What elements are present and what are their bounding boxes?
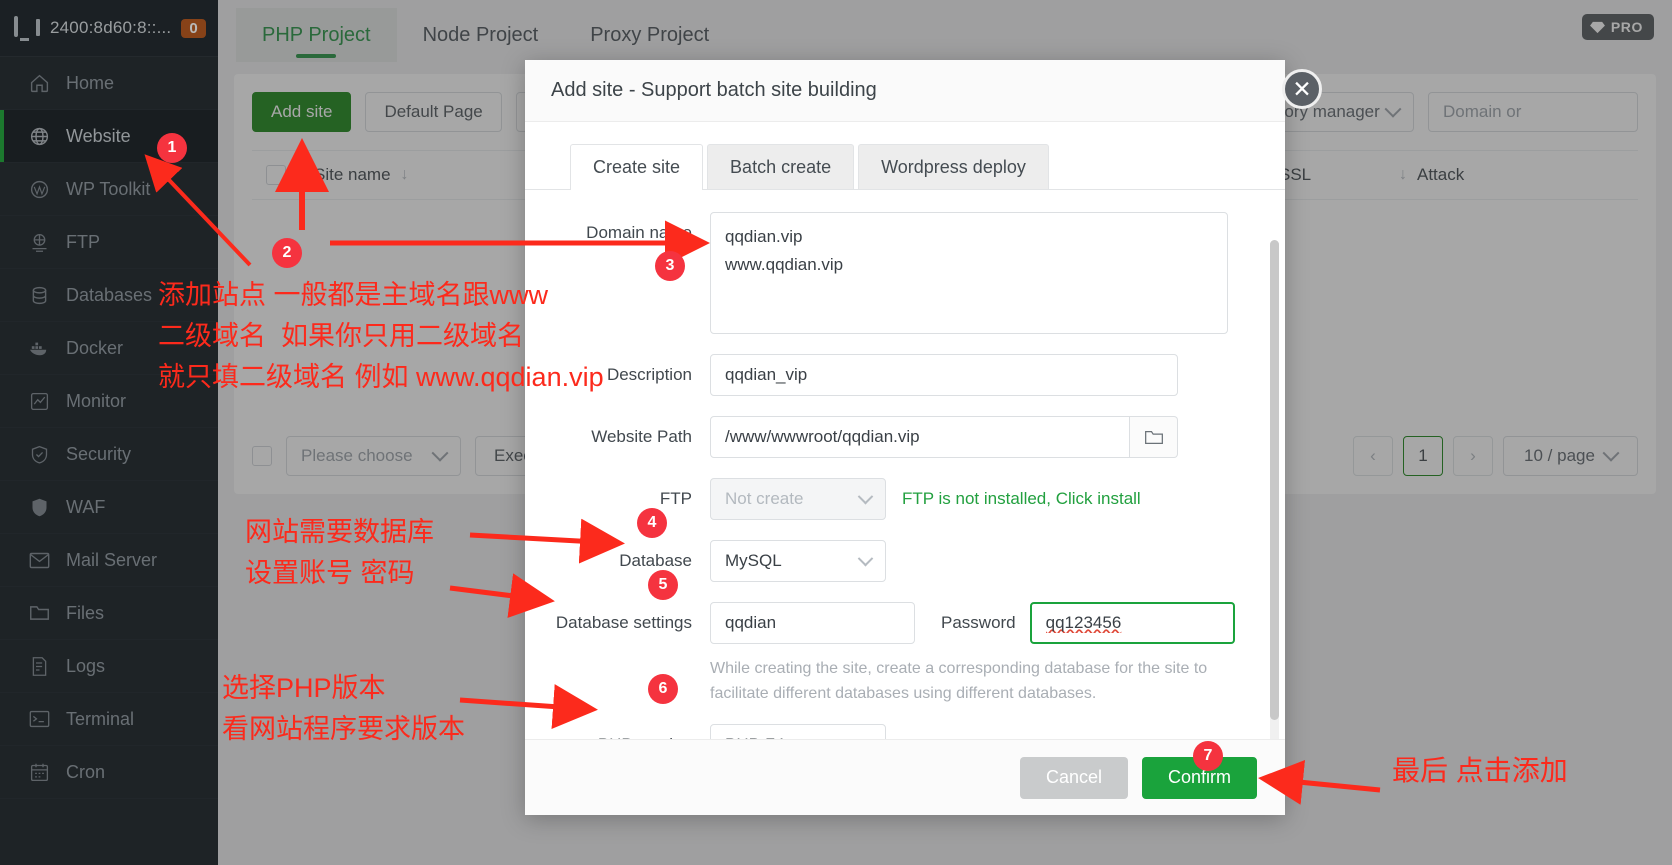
chevron-down-icon <box>857 550 874 566</box>
tab-wordpress-deploy[interactable]: Wordpress deploy <box>858 144 1049 189</box>
dialog-footer: Cancel Confirm <box>525 739 1285 815</box>
description-input[interactable] <box>710 354 1178 396</box>
database-password-input[interactable] <box>1029 602 1235 644</box>
field-database-settings: Database settings Password <box>525 602 1251 644</box>
close-icon[interactable]: ✕ <box>1282 69 1322 109</box>
tab-label: Batch create <box>730 156 832 177</box>
cancel-label: Cancel <box>1045 767 1102 787</box>
chevron-down-icon <box>857 488 874 504</box>
description-label: Description <box>606 365 692 384</box>
database-label: Database <box>619 551 692 570</box>
ftp-hint[interactable]: FTP is not installed, Click install <box>902 478 1141 520</box>
confirm-button[interactable]: Confirm <box>1141 756 1257 799</box>
ftp-select[interactable]: Not create <box>710 478 886 520</box>
field-php-version: PHP version PHP-74 <box>525 724 1251 739</box>
database-help-text: While creating the site, create a corres… <box>710 660 1208 702</box>
password-label: Password <box>941 613 1016 632</box>
tab-create-site[interactable]: Create site <box>570 144 704 190</box>
field-website-path: Website Path <box>525 416 1251 458</box>
create-site-form: Domain name qqdian.vip www.qqdian.vip De… <box>525 190 1285 739</box>
ftp-label: FTP <box>659 489 692 508</box>
database-select[interactable]: MySQL <box>710 540 886 582</box>
tab-batch-create[interactable]: Batch create <box>707 144 855 189</box>
dialog-header: Add site - Support batch site building <box>525 60 1285 122</box>
php-version-label: PHP version <box>525 724 710 739</box>
database-value: MySQL <box>725 551 782 570</box>
cancel-button[interactable]: Cancel <box>1019 756 1128 799</box>
confirm-label: Confirm <box>1167 767 1231 787</box>
sidebar-dimmer <box>0 0 218 865</box>
field-ftp: FTP Not create FTP is not installed, Cli… <box>525 478 1251 520</box>
database-settings-label: Database settings <box>555 613 692 632</box>
app-root: PHP Project Node Project Proxy Project P… <box>0 0 1672 865</box>
php-version-select[interactable]: PHP-74 <box>710 724 886 739</box>
field-domain-name: Domain name qqdian.vip www.qqdian.vip <box>525 212 1251 334</box>
field-database: Database MySQL <box>525 540 1251 582</box>
add-site-dialog: Add site - Support batch site building ✕… <box>525 60 1322 815</box>
ftp-value: Not create <box>725 489 804 508</box>
website-path-input[interactable] <box>710 416 1130 458</box>
database-credentials: Password <box>710 602 1235 644</box>
dialog-tabs: Create site Batch create Wordpress deplo… <box>525 144 1285 190</box>
dialog-scrollbar[interactable] <box>1270 240 1279 739</box>
domain-name-label: Domain name <box>586 223 692 242</box>
database-user-input[interactable] <box>710 602 915 644</box>
field-description: Description <box>525 354 1251 396</box>
website-path-group <box>710 416 1178 458</box>
tab-label: Wordpress deploy <box>881 156 1026 177</box>
domain-name-input[interactable]: qqdian.vip www.qqdian.vip <box>710 212 1228 334</box>
dialog-body: Create site Batch create Wordpress deplo… <box>525 122 1285 739</box>
website-path-label: Website Path <box>591 427 692 446</box>
folder-icon[interactable] <box>1130 416 1178 458</box>
dialog-title: Add site - Support batch site building <box>551 79 877 101</box>
tab-label: Create site <box>593 156 681 177</box>
